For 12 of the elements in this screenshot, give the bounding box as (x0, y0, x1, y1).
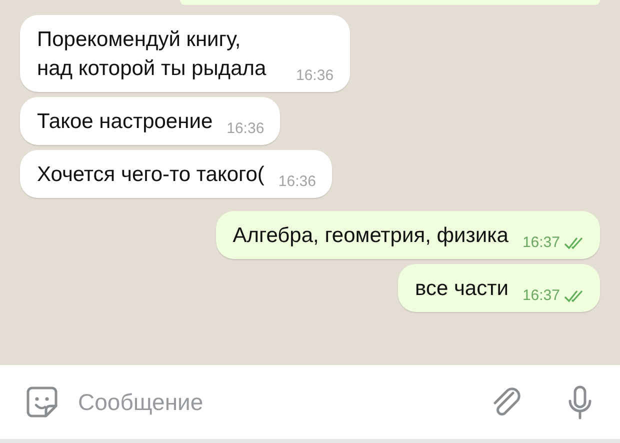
message-time: 16:36 (296, 67, 334, 84)
message-time: 16:37 (522, 234, 560, 251)
message-input[interactable]: Сообщение (78, 388, 470, 416)
message-text: все части (415, 276, 508, 302)
message-text: Хочется чего-то такого( (37, 162, 264, 188)
message-text: Алгебра, геометрия, физика (232, 223, 508, 249)
sticker-icon[interactable] (24, 384, 60, 420)
message-time: 16:36 (226, 120, 264, 137)
message-time: 16:36 (278, 173, 316, 190)
message-time: 16:37 (522, 287, 560, 304)
message-text: Порекомендуй книгу, над которой ты рыдала (37, 27, 268, 82)
message-text: Такое настроение (37, 109, 213, 135)
